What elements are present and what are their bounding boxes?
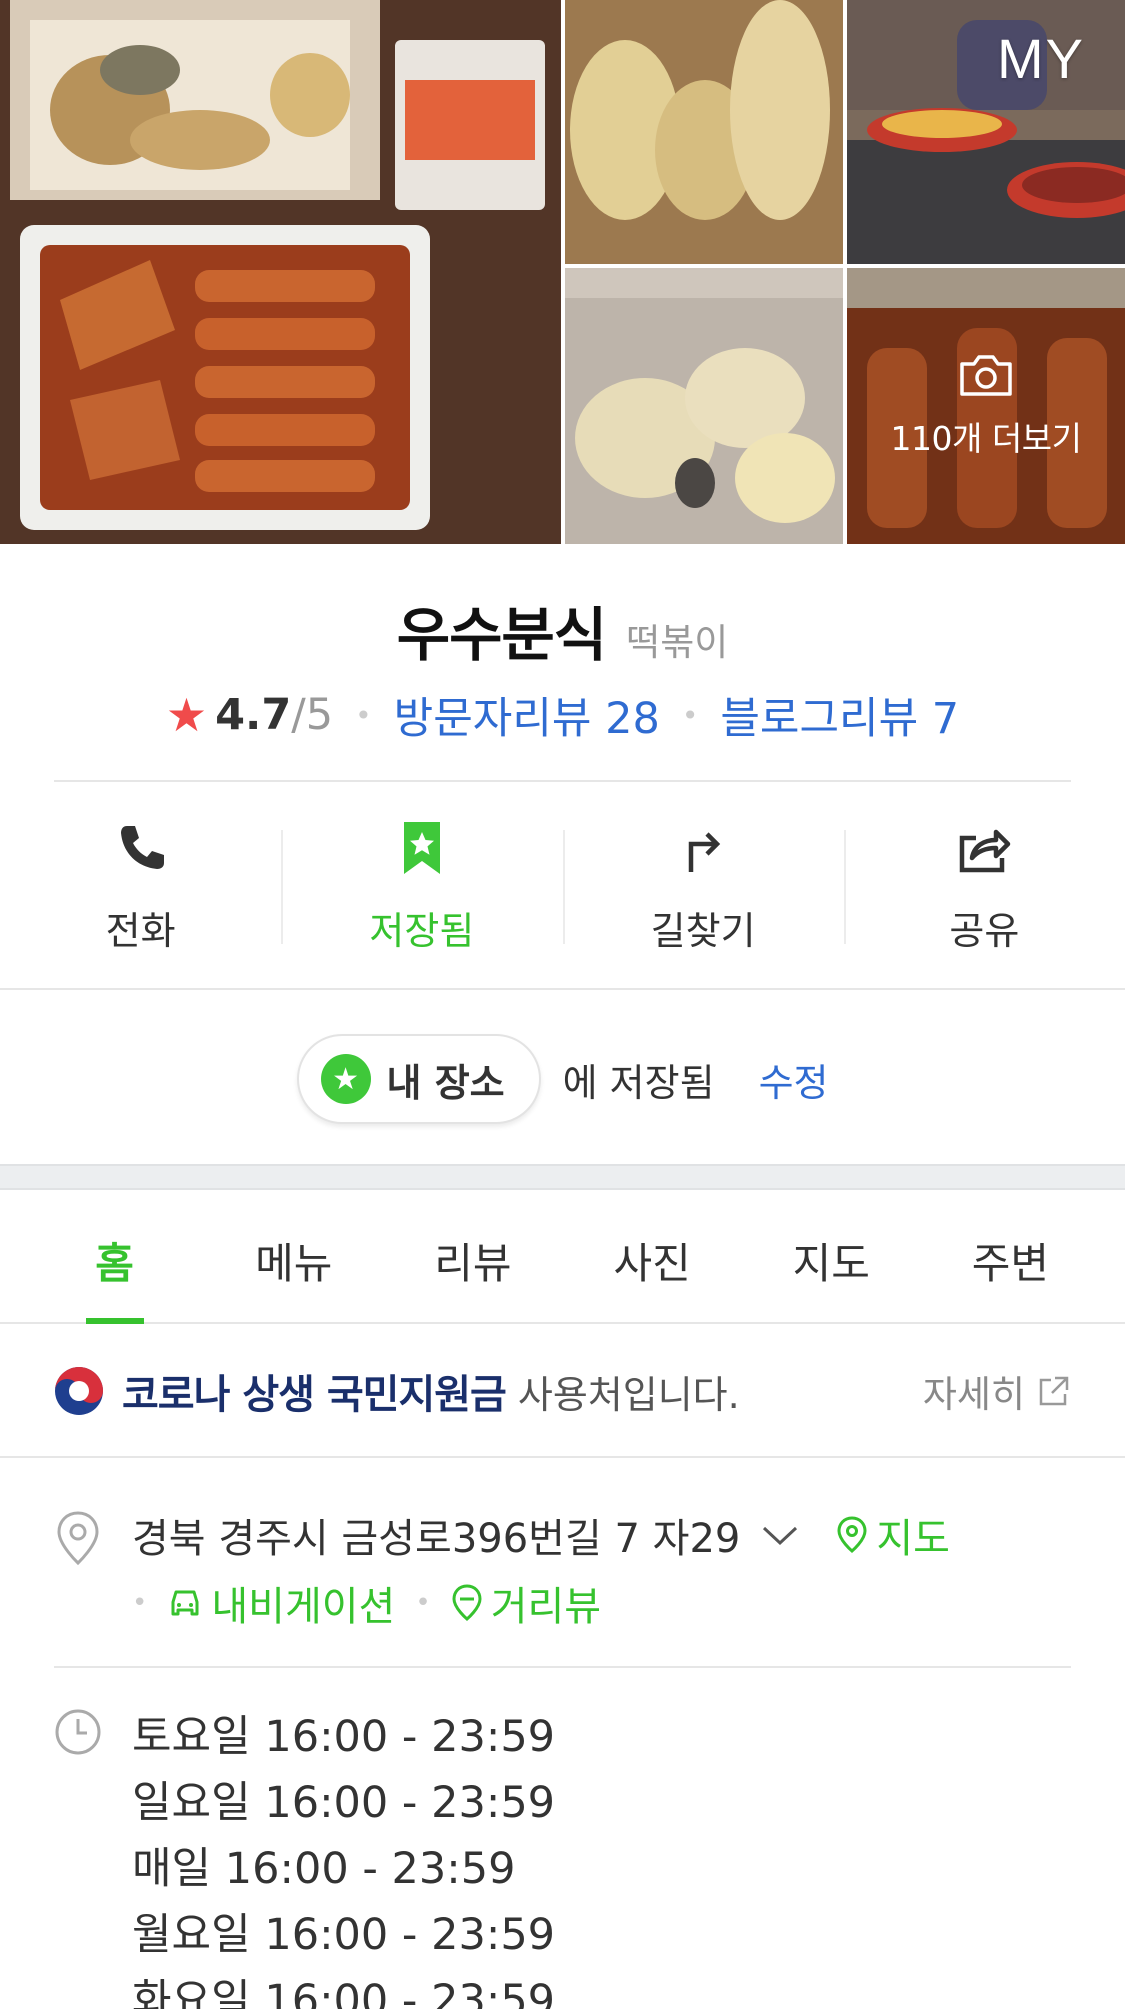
star-badge-icon: ★	[320, 1054, 371, 1104]
hours-sunday: 일요일 16:00 - 23:59	[132, 1778, 556, 1828]
details-link[interactable]: 자세히	[923, 1364, 1071, 1418]
chevron-down-icon[interactable]	[760, 1522, 800, 1548]
divider	[0, 988, 1125, 990]
hours-tuesday: 화요일 16:00 - 23:59	[132, 1976, 556, 2009]
address-line: 경북 경주시 금성로396번길 7 자29 지도	[132, 1506, 950, 1564]
rating-max: /5	[291, 690, 334, 740]
directions-label: 길찾기	[650, 909, 756, 953]
photo-gallery: 110개 더보기 MY	[0, 0, 1125, 544]
more-photos-label: 110개 더보기	[890, 419, 1082, 458]
share-button[interactable]: 공유	[843, 790, 1125, 990]
tab-map[interactable]: 지도	[742, 1190, 921, 1322]
share-icon	[960, 829, 1011, 873]
support-fund-banner[interactable]: 코로나 상생 국민지원금 사용처입니다. 자세히	[0, 1326, 1125, 1458]
saved-list-name: 내 장소	[386, 1060, 505, 1105]
support-fund-title: 코로나 상생 국민지원금	[122, 1372, 507, 1418]
visitor-reviews-link[interactable]: 방문자리뷰 28	[394, 684, 660, 746]
separator-dot: •	[415, 1588, 431, 1618]
separator-dot: •	[132, 1588, 148, 1618]
hours-saturday: 토요일 16:00 - 23:59	[132, 1712, 556, 1762]
photo-fried-pieces[interactable]	[565, 268, 843, 544]
save-label: 저장됨	[369, 909, 475, 953]
save-button[interactable]: 저장됨	[281, 790, 562, 990]
my-button[interactable]: MY	[997, 26, 1085, 91]
map-label: 지도	[876, 1516, 950, 1562]
rating-score: 4.7	[215, 690, 292, 740]
action-bar: 전화 저장됨 길찾기 공유	[0, 790, 1125, 990]
address-links: • 내비게이션 • 거리뷰	[132, 1574, 601, 1632]
saved-info: ★ 내 장소 에 저장됨 수정	[0, 1034, 1125, 1124]
details-label: 자세히	[922, 1373, 1025, 1416]
car-icon	[171, 1590, 199, 1616]
my-places-pill[interactable]: ★ 내 장소	[296, 1034, 541, 1124]
bookmark-star-icon	[403, 822, 440, 874]
call-label: 전화	[105, 909, 176, 953]
star-icon: ★	[165, 688, 208, 742]
rating-row: ★ 4.7 /5 • 방문자리뷰 28 • 블로그리뷰 7	[0, 684, 1125, 746]
saved-suffix: 에 저장됨	[562, 1060, 715, 1105]
place-name: 우수분식	[396, 601, 607, 669]
edit-button[interactable]: 수정	[759, 1052, 829, 1107]
street-view-pin-icon	[452, 1584, 482, 1621]
blog-reviews-link[interactable]: 블로그리뷰 7	[720, 684, 959, 746]
call-button[interactable]: 전화	[0, 790, 281, 990]
separator-dot: •	[355, 698, 372, 732]
photo-main[interactable]	[0, 0, 561, 544]
street-view-link[interactable]: 거리뷰	[451, 1574, 601, 1632]
address-section: 경북 경주시 금성로396번길 7 자29 지도 • 내비게이션 • 거리뷰	[0, 1460, 1125, 1666]
phone-icon	[120, 826, 164, 869]
tab-menu[interactable]: 메뉴	[204, 1190, 383, 1322]
map-pin-icon	[837, 1516, 867, 1553]
hours-daily: 매일 16:00 - 23:59	[132, 1844, 516, 1894]
separator-dot: •	[681, 698, 699, 732]
navigation-link[interactable]: 내비게이션	[167, 1574, 395, 1632]
photo-fritters[interactable]	[565, 0, 843, 264]
more-photos-button[interactable]: 110개 더보기	[847, 268, 1125, 544]
tab-photos[interactable]: 사진	[563, 1190, 742, 1322]
section-separator	[0, 1164, 1125, 1190]
photo-tteokbokki-more[interactable]: 110개 더보기	[847, 268, 1125, 544]
divider	[54, 780, 1071, 782]
hours-monday: 월요일 16:00 - 23:59	[132, 1910, 556, 1960]
business-hours: 토요일 16:00 - 23:59 일요일 16:00 - 23:59 매일 1…	[0, 1668, 1125, 2009]
tab-reviews[interactable]: 리뷰	[383, 1190, 562, 1322]
tab-bar: 홈 메뉴 리뷰 사진 지도 주변	[0, 1190, 1125, 1324]
street-view-label: 거리뷰	[490, 1584, 602, 1630]
tab-home[interactable]: 홈	[25, 1190, 204, 1324]
share-label: 공유	[949, 909, 1020, 953]
directions-button[interactable]: 길찾기	[562, 790, 844, 990]
directions-icon	[688, 832, 721, 872]
taeguk-icon	[55, 1367, 103, 1415]
address-text: 경북 경주시 금성로396번길 7 자29	[132, 1516, 741, 1562]
place-category: 떡볶이	[626, 621, 729, 664]
external-link-icon	[1039, 1376, 1069, 1406]
hours-list: 토요일 16:00 - 23:59 일요일 16:00 - 23:59 매일 1…	[132, 1704, 555, 2009]
tab-nearby[interactable]: 주변	[921, 1190, 1100, 1322]
camera-icon	[960, 355, 1012, 396]
title-row: 우수분식 떡볶이	[0, 588, 1125, 672]
location-pin-icon	[57, 1511, 99, 1566]
navigation-label: 내비게이션	[211, 1584, 396, 1630]
support-fund-text: 사용처입니다.	[517, 1372, 740, 1417]
map-link[interactable]: 지도	[836, 1506, 950, 1564]
clock-icon	[55, 1709, 101, 1755]
